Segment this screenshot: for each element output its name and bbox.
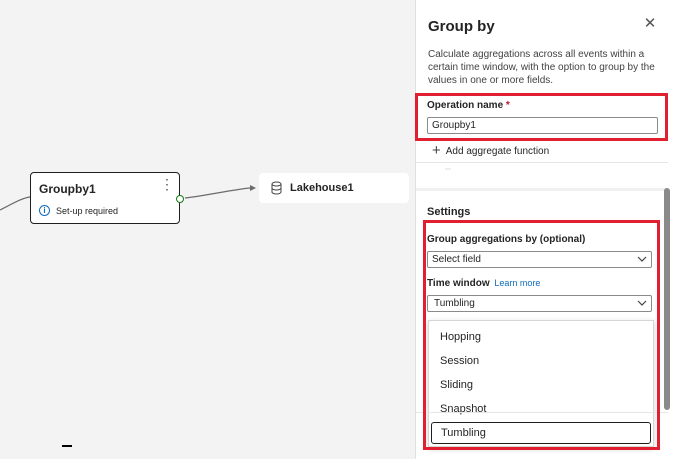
connector-edges	[0, 185, 256, 211]
more-options-icon[interactable]: ⋮	[160, 177, 174, 191]
canvas: Groupby1 ⋮ i Set-up required Lakehouse1	[0, 0, 415, 459]
canvas-mark	[62, 445, 72, 447]
panel-description: Calculate aggregations across all events…	[428, 49, 655, 86]
add-aggregate-function-button[interactable]: + Add aggregate function	[432, 142, 550, 159]
option-snapshot[interactable]: Snapshot	[429, 398, 655, 420]
time-window-dropdown: Hopping Session Sliding Snapshot Tumblin…	[428, 320, 654, 447]
operation-name-label: Operation name *	[427, 100, 510, 111]
node-status: i Set-up required	[39, 205, 118, 216]
settings-heading: Settings	[427, 206, 471, 218]
required-marker: *	[505, 100, 510, 111]
node-lakehouse[interactable]: Lakehouse1	[259, 173, 409, 203]
plus-icon: +	[432, 142, 441, 159]
chevron-down-icon	[637, 300, 647, 306]
group-by-select[interactable]: Select field	[427, 251, 652, 268]
group-by-label: Group aggregations by (optional)	[427, 234, 586, 245]
database-icon	[271, 181, 282, 195]
edge-arrow-icon	[250, 185, 256, 191]
time-window-label: Time window Learn more	[427, 278, 540, 289]
operation-name-input[interactable]: Groupby1	[427, 117, 658, 134]
chevron-down-icon	[637, 256, 647, 262]
add-aggregate-function-label: Add aggregate function	[445, 145, 550, 157]
panel-scrollbar[interactable]	[664, 188, 670, 410]
time-window-label-text: Time window	[427, 278, 490, 289]
info-icon: i	[39, 205, 50, 216]
learn-more-link[interactable]: Learn more	[494, 278, 540, 288]
node-title: Lakehouse1	[290, 182, 354, 194]
divider	[416, 412, 668, 413]
close-icon[interactable]: ✕	[642, 16, 658, 32]
edge-groupby-lakehouse	[184, 187, 251, 199]
option-sliding[interactable]: Sliding	[429, 374, 655, 396]
node-title: Groupby1	[39, 182, 96, 196]
divider	[416, 162, 668, 163]
divider-band	[416, 188, 668, 191]
node-status-text: Set-up required	[56, 205, 119, 216]
output-port[interactable]	[176, 195, 184, 203]
edge-incoming	[0, 196, 31, 211]
faint-icon: ⋯	[445, 167, 451, 173]
node-groupby[interactable]: Groupby1 ⋮ i Set-up required	[30, 172, 184, 224]
operation-name-label-text: Operation name	[427, 100, 504, 111]
time-window-select-value: Tumbling	[434, 298, 475, 309]
group-by-select-value: Select field	[432, 254, 481, 265]
option-session[interactable]: Session	[429, 350, 655, 372]
option-tumbling[interactable]: Tumbling	[431, 422, 651, 444]
option-hopping[interactable]: Hopping	[429, 326, 655, 348]
time-window-select[interactable]: Tumbling	[427, 295, 652, 312]
panel-title: Group by	[428, 18, 495, 35]
